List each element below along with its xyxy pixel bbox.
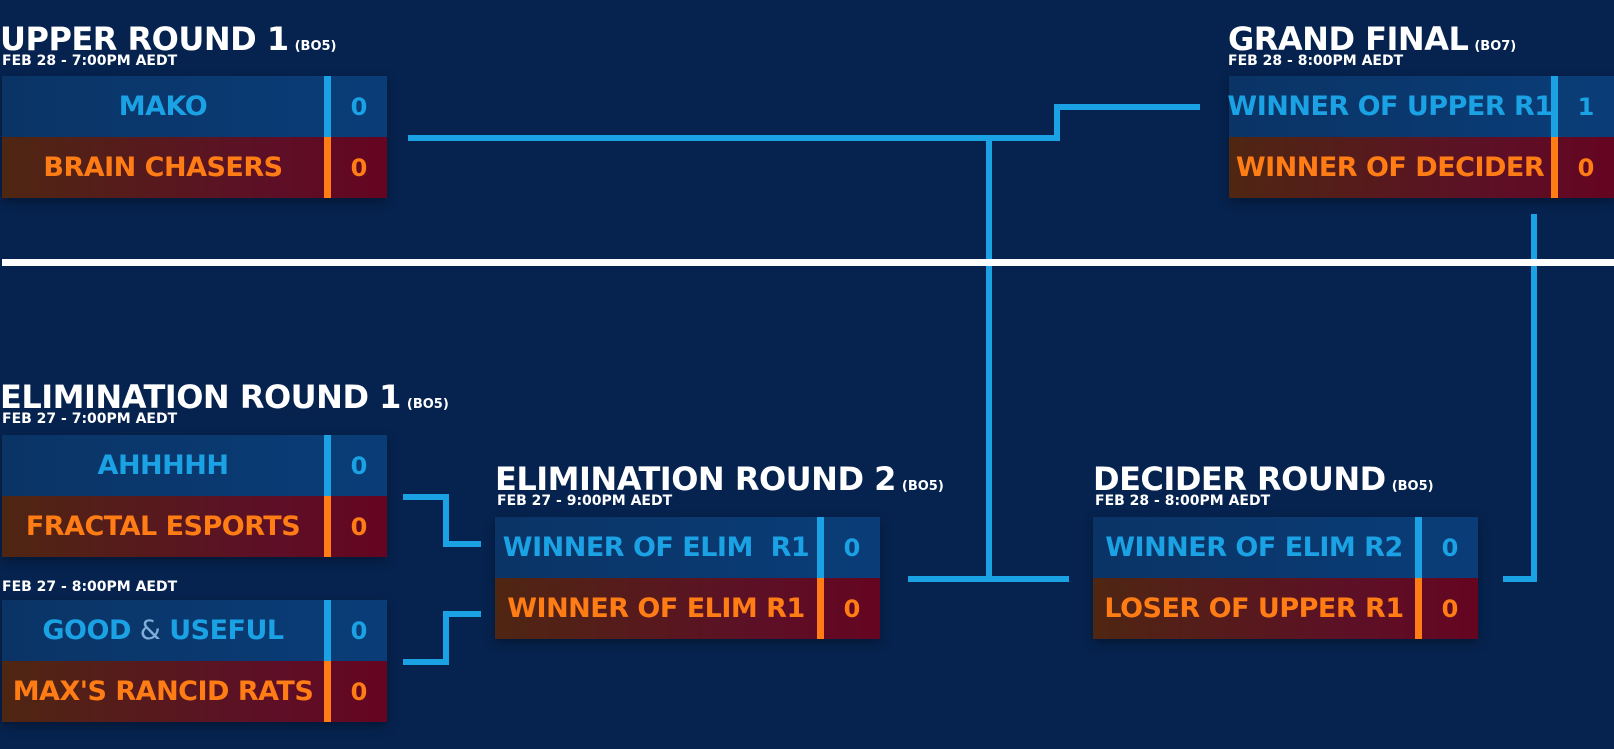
score-separator bbox=[324, 435, 331, 496]
score-separator bbox=[324, 600, 331, 661]
match-format: (BO7) bbox=[1474, 39, 1517, 54]
team-name: WINNER OF ELIM R1 bbox=[507, 593, 805, 624]
team-row: MAX'S RANCID RATS 0 bbox=[2, 661, 387, 722]
team-name: MAKO bbox=[118, 91, 208, 122]
score-separator bbox=[1415, 578, 1422, 639]
score-separator bbox=[324, 76, 331, 137]
team-row: BRAIN CHASERS 0 bbox=[2, 137, 387, 198]
team-row: LOSER OF UPPER R1 0 bbox=[1093, 578, 1478, 639]
team-score: 0 bbox=[350, 512, 368, 541]
team-score: 0 bbox=[350, 153, 368, 182]
score-separator bbox=[817, 517, 824, 578]
grand-final-date: FEB 28 - 8:00PM AEDT bbox=[1228, 53, 1404, 69]
team-name: LOSER OF UPPER R1 bbox=[1104, 593, 1404, 624]
score-separator bbox=[817, 578, 824, 639]
team-name: MAX'S RANCID RATS bbox=[12, 676, 314, 707]
team-name: BRAIN CHASERS bbox=[43, 152, 283, 183]
match-format: (BO5) bbox=[1391, 479, 1434, 494]
team-name: WINNER OF UPPER R1 bbox=[1227, 91, 1553, 122]
connector-decider-to-grand-final bbox=[1503, 214, 1537, 582]
elimination-round-2-match: WINNER OF ELIM R1 0 WINNER OF ELIM R1 0 bbox=[495, 517, 880, 639]
decider-round-date: FEB 28 - 8:00PM AEDT bbox=[1095, 493, 1271, 509]
team-name: WINNER OF DECIDER bbox=[1235, 152, 1545, 183]
elimination-round-1-match-2-date: FEB 27 - 8:00PM AEDT bbox=[2, 579, 178, 595]
upper-lower-divider bbox=[2, 259, 1614, 266]
team-row: WINNER OF UPPER R1 1 bbox=[1227, 76, 1614, 137]
elimination-round-1-date: FEB 27 - 7:00PM AEDT bbox=[2, 411, 178, 427]
team-row: GOOD & USEFUL 0 bbox=[2, 600, 387, 661]
elimination-round-2-date: FEB 27 - 9:00PM AEDT bbox=[497, 493, 673, 509]
team-score: 0 bbox=[1441, 533, 1459, 562]
elimination-round-1-match-1: AHHHHH 0 FRACTAL ESPORTS 0 bbox=[2, 435, 387, 557]
grand-final-match: WINNER OF UPPER R1 1 WINNER OF DECIDER 0 bbox=[1227, 76, 1614, 198]
team-row: WINNER OF ELIM R1 0 bbox=[495, 578, 880, 639]
team-name: GOOD & USEFUL bbox=[42, 615, 284, 646]
ampersand: & bbox=[139, 615, 161, 646]
team-row: WINNER OF DECIDER 0 bbox=[1229, 137, 1614, 198]
team-score: 0 bbox=[350, 677, 368, 706]
team-name: WINNER OF ELIM R1 bbox=[502, 532, 810, 563]
connector-elim1b-to-elim2 bbox=[403, 611, 481, 665]
decider-round-match: WINNER OF ELIM R2 0 LOSER OF UPPER R1 0 bbox=[1093, 517, 1478, 639]
score-separator bbox=[324, 496, 331, 557]
elimination-round-1-match-2: GOOD & USEFUL 0 MAX'S RANCID RATS 0 bbox=[2, 600, 387, 722]
upper-round-1-date: FEB 28 - 7:00PM AEDT bbox=[2, 53, 178, 69]
team-score: 0 bbox=[350, 616, 368, 645]
team-row: FRACTAL ESPORTS 0 bbox=[2, 496, 387, 557]
team-score: 0 bbox=[1441, 594, 1459, 623]
team-row: MAKO 0 bbox=[2, 76, 387, 137]
score-separator bbox=[1415, 517, 1422, 578]
team-row: WINNER OF ELIM R2 0 bbox=[1093, 517, 1478, 578]
team-score: 0 bbox=[843, 533, 861, 562]
team-score: 0 bbox=[350, 92, 368, 121]
match-format: (BO5) bbox=[294, 39, 337, 54]
connector-upper-to-grand-final bbox=[408, 104, 1200, 141]
team-name: FRACTAL ESPORTS bbox=[25, 511, 301, 542]
team-score: 0 bbox=[1577, 153, 1595, 182]
connector-elim1a-to-elim2 bbox=[403, 494, 481, 547]
team-name: AHHHHH bbox=[97, 450, 229, 481]
score-separator bbox=[1551, 76, 1558, 137]
team-score: 0 bbox=[843, 594, 861, 623]
team-score: 1 bbox=[1577, 92, 1595, 121]
team-row: WINNER OF ELIM R1 0 bbox=[495, 517, 880, 578]
match-format: (BO5) bbox=[901, 479, 944, 494]
team-name: WINNER OF ELIM R2 bbox=[1105, 532, 1403, 563]
upper-round-1-match: MAKO 0 BRAIN CHASERS 0 bbox=[2, 76, 387, 198]
team-row: AHHHHH 0 bbox=[2, 435, 387, 496]
score-separator bbox=[1551, 137, 1558, 198]
score-separator bbox=[324, 137, 331, 198]
score-separator bbox=[324, 661, 331, 722]
team-score: 0 bbox=[350, 451, 368, 480]
match-format: (BO5) bbox=[406, 397, 449, 412]
